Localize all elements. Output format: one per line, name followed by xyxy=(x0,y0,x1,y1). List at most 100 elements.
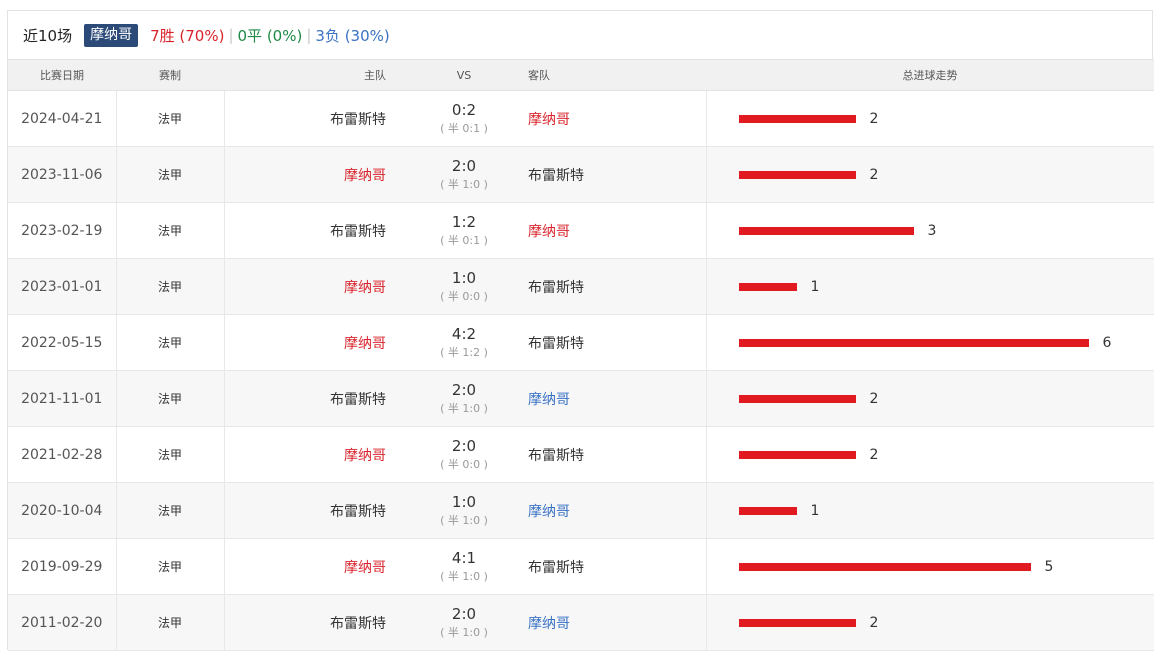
home-team[interactable]: 摩纳哥 xyxy=(224,258,424,315)
table-row: 2019-09-29 法甲 摩纳哥 4:1 ( 半 1:0 ) 布雷斯特 5 xyxy=(8,538,1154,595)
full-time-score[interactable]: 1:0 xyxy=(424,493,504,511)
full-time-score[interactable]: 1:0 xyxy=(424,269,504,287)
goals-bar-wrap: 3 xyxy=(738,223,1155,239)
home-team[interactable]: 摩纳哥 xyxy=(224,538,424,595)
match-date: 2024-04-21 xyxy=(8,90,117,147)
half-time-score: ( 半 1:2 ) xyxy=(440,345,488,359)
table-header-row: 比赛日期 赛制 主队 VS 客队 总进球走势 xyxy=(8,59,1154,91)
match-score-cell: 0:2 ( 半 0:1 ) xyxy=(424,90,504,147)
home-team[interactable]: 布雷斯特 xyxy=(224,482,424,539)
goals-trend-cell: 2 xyxy=(706,594,1154,651)
goals-bar xyxy=(738,394,856,403)
match-score-cell: 4:1 ( 半 1:0 ) xyxy=(424,538,504,595)
summary-title: 近10场 xyxy=(23,26,73,45)
match-league[interactable]: 法甲 xyxy=(116,482,225,539)
goals-trend-cell: 6 xyxy=(706,314,1154,371)
match-score-cell: 2:0 ( 半 1:0 ) xyxy=(424,594,504,651)
home-team[interactable]: 摩纳哥 xyxy=(224,314,424,371)
full-time-score[interactable]: 2:0 xyxy=(424,605,504,623)
table-row: 2011-02-20 法甲 布雷斯特 2:0 ( 半 1:0 ) 摩纳哥 2 xyxy=(8,594,1154,651)
full-time-score[interactable]: 2:0 xyxy=(424,381,504,399)
half-time-score: ( 半 1:0 ) xyxy=(440,513,488,527)
half-time-score: ( 半 0:1 ) xyxy=(440,233,488,247)
away-team[interactable]: 布雷斯特 xyxy=(504,258,707,315)
match-score-cell: 2:0 ( 半 0:0 ) xyxy=(424,426,504,483)
full-time-score[interactable]: 2:0 xyxy=(424,437,504,455)
match-league[interactable]: 法甲 xyxy=(116,426,225,483)
goals-bar-wrap: 1 xyxy=(738,278,1155,295)
match-league[interactable]: 法甲 xyxy=(116,594,225,651)
table-row: 2020-10-04 法甲 布雷斯特 1:0 ( 半 1:0 ) 摩纳哥 1 xyxy=(8,482,1154,539)
match-league[interactable]: 法甲 xyxy=(116,202,225,259)
match-date: 2020-10-04 xyxy=(8,482,117,539)
away-team[interactable]: 布雷斯特 xyxy=(504,146,707,203)
away-team[interactable]: 摩纳哥 xyxy=(504,482,707,539)
away-team[interactable]: 布雷斯特 xyxy=(504,426,707,483)
away-team[interactable]: 布雷斯特 xyxy=(504,314,707,371)
goals-bar-wrap: 2 xyxy=(738,447,1155,463)
half-time-score: ( 半 1:0 ) xyxy=(440,401,488,415)
full-time-score[interactable]: 0:2 xyxy=(424,101,504,119)
full-time-score[interactable]: 2:0 xyxy=(424,157,504,175)
matches-table: 比赛日期 赛制 主队 VS 客队 总进球走势 2024-04-21 法甲 布雷斯… xyxy=(8,59,1154,651)
goals-bar xyxy=(738,618,856,627)
goals-bar xyxy=(738,170,856,179)
table-row: 2021-02-28 法甲 摩纳哥 2:0 ( 半 0:0 ) 布雷斯特 2 xyxy=(8,426,1155,483)
match-league[interactable]: 法甲 xyxy=(116,146,225,203)
match-date: 2022-05-15 xyxy=(8,314,117,371)
table-row: 2024-04-21 法甲 布雷斯特 0:2 ( 半 0:1 ) 摩纳哥 2 xyxy=(8,90,1155,147)
full-time-score[interactable]: 4:2 xyxy=(424,325,504,343)
goals-count: 1 xyxy=(810,278,820,295)
match-league[interactable]: 法甲 xyxy=(116,90,225,147)
goals-bar xyxy=(738,226,914,235)
away-team[interactable]: 摩纳哥 xyxy=(504,594,707,651)
full-time-score[interactable]: 4:1 xyxy=(424,549,504,567)
match-score-cell: 2:0 ( 半 1:0 ) xyxy=(424,370,504,427)
match-score-cell: 2:0 ( 半 1:0 ) xyxy=(424,146,504,203)
match-score-cell: 4:2 ( 半 1:2 ) xyxy=(424,314,504,371)
win-stat: 7胜 (70%) xyxy=(150,26,225,45)
recent-matches-panel: 近10场 摩纳哥 7胜 (70%) | 0平 (0%) | 3负 (30%) 比… xyxy=(7,10,1154,651)
home-team[interactable]: 摩纳哥 xyxy=(224,146,424,203)
half-time-score: ( 半 0:1 ) xyxy=(440,121,488,135)
goals-count: 2 xyxy=(869,166,879,183)
goals-trend-cell: 1 xyxy=(706,258,1155,315)
match-league[interactable]: 法甲 xyxy=(116,314,225,371)
match-date: 2023-11-06 xyxy=(8,146,117,203)
loss-stat: 3负 (30%) xyxy=(315,26,390,45)
goals-count: 2 xyxy=(869,614,879,631)
home-team[interactable]: 布雷斯特 xyxy=(224,202,424,259)
goals-count: 6 xyxy=(1102,334,1112,351)
match-league[interactable]: 法甲 xyxy=(116,258,225,315)
team-tag[interactable]: 摩纳哥 xyxy=(84,23,139,47)
match-date: 2011-02-20 xyxy=(8,594,117,651)
half-time-score: ( 半 1:0 ) xyxy=(440,177,488,191)
match-date: 2019-09-29 xyxy=(8,538,117,595)
goals-trend-cell: 2 xyxy=(706,146,1154,203)
goals-bar xyxy=(738,450,856,459)
full-time-score[interactable]: 1:2 xyxy=(424,213,504,231)
goals-trend-cell: 1 xyxy=(706,482,1154,539)
away-team[interactable]: 摩纳哥 xyxy=(504,90,707,147)
goals-bar-wrap: 2 xyxy=(738,111,1155,127)
home-team[interactable]: 布雷斯特 xyxy=(224,370,424,427)
home-team[interactable]: 布雷斯特 xyxy=(224,90,424,147)
goals-bar xyxy=(738,562,1031,571)
away-team[interactable]: 布雷斯特 xyxy=(504,538,707,595)
table-row: 2021-11-01 法甲 布雷斯特 2:0 ( 半 1:0 ) 摩纳哥 2 xyxy=(8,370,1154,427)
header-home: 主队 xyxy=(224,59,424,91)
match-league[interactable]: 法甲 xyxy=(116,370,225,427)
away-team[interactable]: 摩纳哥 xyxy=(504,202,707,259)
table-row: 2023-01-01 法甲 摩纳哥 1:0 ( 半 0:0 ) 布雷斯特 1 xyxy=(8,258,1155,315)
goals-bar xyxy=(738,338,1089,347)
header-away: 客队 xyxy=(504,59,706,91)
match-date: 2021-11-01 xyxy=(8,370,117,427)
header-vs: VS xyxy=(424,59,504,91)
goals-trend-cell: 2 xyxy=(706,426,1155,483)
goals-trend-cell: 3 xyxy=(706,202,1155,259)
home-team[interactable]: 摩纳哥 xyxy=(224,426,424,483)
away-team[interactable]: 摩纳哥 xyxy=(504,370,707,427)
header-trend: 总进球走势 xyxy=(706,59,1154,91)
match-league[interactable]: 法甲 xyxy=(116,538,225,595)
home-team[interactable]: 布雷斯特 xyxy=(224,594,424,651)
